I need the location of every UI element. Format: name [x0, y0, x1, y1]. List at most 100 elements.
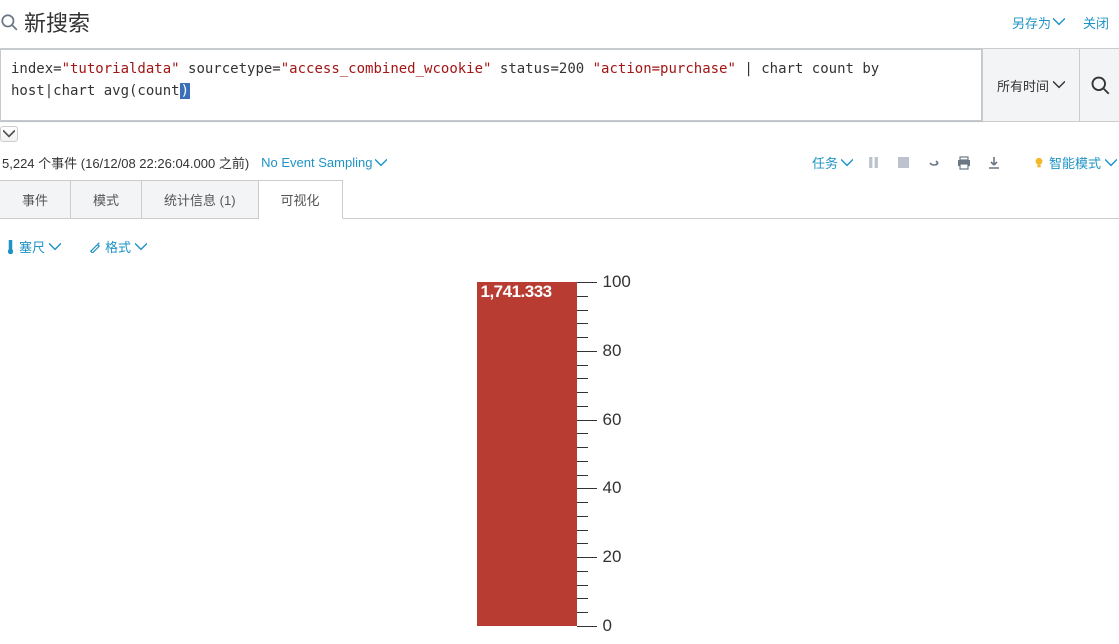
viz-toolbar: 塞尺 格式 — [0, 219, 1119, 268]
major-tick — [577, 626, 597, 627]
viz-type-picker[interactable]: 塞尺 — [6, 237, 61, 256]
minor-tick — [577, 296, 588, 297]
minor-tick — [577, 433, 588, 434]
tick-label: 60 — [603, 410, 622, 430]
minor-tick — [577, 378, 588, 379]
chevron-down-icon — [1053, 16, 1065, 28]
minor-tick — [577, 516, 588, 517]
chevron-down-icon — [841, 157, 853, 169]
time-range-picker[interactable]: 所有时间 — [982, 49, 1079, 121]
print-icon — [957, 156, 971, 170]
minor-tick — [577, 392, 588, 393]
stop-icon — [898, 157, 909, 168]
minor-tick — [577, 337, 588, 338]
download-icon — [987, 156, 1001, 170]
q-index-val: "tutorialdata" — [62, 61, 180, 77]
result-tabs: 事件 模式 统计信息 (1) 可视化 — [0, 180, 1119, 219]
major-tick — [577, 282, 597, 283]
share-button[interactable] — [925, 156, 943, 170]
chevron-down-icon — [1105, 157, 1117, 169]
chevron-down-icon — [1053, 79, 1065, 91]
chevron-down-icon — [49, 241, 61, 253]
mode-label: 智能模式 — [1049, 153, 1101, 172]
share-icon — [927, 156, 941, 170]
stop-button[interactable] — [895, 157, 913, 168]
chevron-down-icon — [375, 157, 387, 169]
title-actions: 另存为 关闭 — [1012, 13, 1109, 32]
tick-label: 40 — [603, 478, 622, 498]
minor-tick — [577, 406, 588, 407]
minor-tick — [577, 323, 588, 324]
sampling-label: No Event Sampling — [261, 155, 372, 170]
minor-tick — [577, 475, 588, 476]
time-range-label: 所有时间 — [997, 76, 1049, 95]
tab-statistics[interactable]: 统计信息 (1) — [142, 180, 259, 218]
tick-label: 0 — [603, 616, 612, 636]
q-pipe1: | chart count by — [736, 61, 879, 77]
q-line2: host|chart avg(count — [11, 83, 180, 99]
minor-tick — [577, 571, 588, 572]
minor-tick — [577, 502, 588, 503]
tick-label: 20 — [603, 547, 622, 567]
search-mode-dropdown[interactable]: 智能模式 — [1033, 153, 1117, 172]
save-as-link[interactable]: 另存为 — [1012, 13, 1065, 32]
lightbulb-icon — [1033, 157, 1045, 169]
q-st-kw: sourcetype= — [180, 61, 281, 77]
search-icon — [0, 13, 18, 31]
minor-tick — [577, 447, 588, 448]
minor-tick — [577, 530, 588, 531]
event-sampling-dropdown[interactable]: No Event Sampling — [261, 155, 387, 170]
viz-format-picker[interactable]: 格式 — [89, 237, 147, 256]
tick-label: 100 — [603, 272, 631, 292]
pause-button[interactable] — [865, 157, 883, 168]
chevron-down-icon — [3, 128, 15, 140]
gauge-icon — [6, 240, 15, 254]
viz-type-label: 塞尺 — [19, 237, 45, 256]
q-caret-sel: ) — [180, 83, 190, 99]
gauge-fill: 1,741.333 — [477, 282, 577, 626]
q-index-kw: index= — [11, 61, 62, 77]
chart-area: 1,741.333 020406080100 — [0, 268, 1119, 626]
search-history-dropdown[interactable] — [0, 126, 18, 142]
search-input[interactable]: index="tutorialdata" sourcetype="access_… — [0, 49, 982, 121]
gauge-value-label: 1,741.333 — [481, 282, 552, 302]
tab-events[interactable]: 事件 — [0, 180, 71, 218]
search-icon — [1090, 75, 1110, 95]
filler-gauge: 1,741.333 020406080100 — [477, 278, 643, 626]
chevron-down-icon — [135, 241, 147, 253]
minor-tick — [577, 310, 588, 311]
major-tick — [577, 351, 597, 352]
gauge-scale: 020406080100 — [577, 282, 643, 626]
minor-tick — [577, 612, 588, 613]
job-label: 任务 — [812, 153, 838, 172]
close-link[interactable]: 关闭 — [1083, 13, 1109, 32]
minor-tick — [577, 585, 588, 586]
save-as-label: 另存为 — [1012, 13, 1051, 32]
major-tick — [577, 488, 597, 489]
event-count: 5,224 个事件 (16/12/08 22:26:04.000 之前) — [2, 153, 249, 172]
search-history-row — [0, 122, 1119, 145]
minor-tick — [577, 543, 588, 544]
page-title: 新搜索 — [24, 6, 1012, 38]
pause-icon — [868, 157, 879, 168]
tab-patterns[interactable]: 模式 — [71, 180, 142, 218]
major-tick — [577, 557, 597, 558]
export-button[interactable] — [985, 156, 1003, 170]
search-bar: index="tutorialdata" sourcetype="access_… — [0, 48, 1119, 122]
minor-tick — [577, 598, 588, 599]
paintbrush-icon — [89, 241, 101, 253]
tick-label: 80 — [603, 341, 622, 361]
tab-visualization[interactable]: 可视化 — [259, 180, 343, 219]
q-action: "action=purchase" — [593, 61, 736, 77]
major-tick — [577, 420, 597, 421]
minor-tick — [577, 365, 588, 366]
q-status: status=200 — [491, 61, 592, 77]
run-search-button[interactable] — [1079, 49, 1119, 121]
viz-format-label: 格式 — [105, 237, 131, 256]
q-st-val: "access_combined_wcookie" — [281, 61, 492, 77]
page-header: 新搜索 另存为 关闭 — [0, 0, 1119, 48]
print-button[interactable] — [955, 156, 973, 170]
job-menu[interactable]: 任务 — [812, 153, 853, 172]
minor-tick — [577, 461, 588, 462]
status-bar: 5,224 个事件 (16/12/08 22:26:04.000 之前) No … — [0, 145, 1119, 180]
